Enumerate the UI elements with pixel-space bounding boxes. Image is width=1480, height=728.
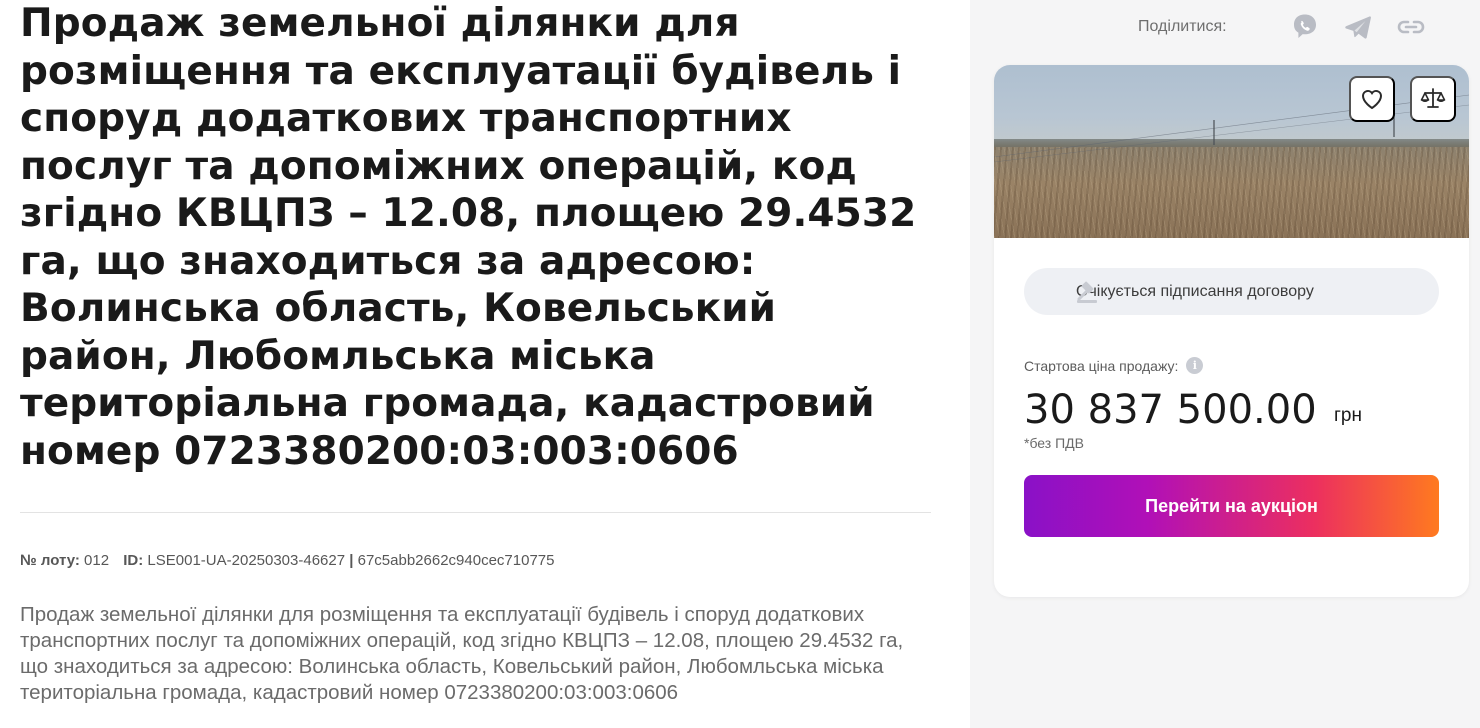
compare-button[interactable] xyxy=(1410,76,1456,122)
status-text: Очікується підписання договору xyxy=(1076,282,1314,300)
id-separator: | xyxy=(349,552,354,569)
lot-id-label: ID: xyxy=(123,552,144,569)
vat-note: *без ПДВ xyxy=(1024,435,1084,451)
start-price: 30 837 500.00 xyxy=(1024,387,1317,433)
divider xyxy=(20,512,931,513)
info-icon[interactable]: i xyxy=(1186,357,1204,374)
lot-identifiers: № лоту: 012 ID: LSE001-UA-20250303-46627… xyxy=(20,552,554,569)
lot-main: Продаж земельної ділянки для розміщення … xyxy=(0,0,970,728)
lot-description: Продаж земельної ділянки для розміщення … xyxy=(20,603,904,704)
gavel-icon xyxy=(1077,281,1097,303)
lot-number: 012 xyxy=(84,552,110,569)
lot-number-label: № лоту: xyxy=(20,552,80,569)
lot-photo[interactable] xyxy=(994,65,1469,238)
price-label: Стартова ціна продажу: i xyxy=(1024,357,1204,374)
sidebar-panel: Поділитися: Очікується підписання догово… xyxy=(970,0,1480,728)
link-icon[interactable] xyxy=(1394,10,1428,44)
lot-id-value: LSE001-UA-20250303-46627 xyxy=(147,552,346,569)
go-to-auction-button[interactable]: Перейти на аукціон xyxy=(1024,475,1439,537)
heart-icon xyxy=(1361,90,1383,110)
lot-title: Продаж земельної ділянки для розміщення … xyxy=(20,1,917,474)
scales-icon xyxy=(1420,88,1446,108)
power-line-graphic xyxy=(994,94,1469,163)
price-label-text: Стартова ціна продажу: xyxy=(1024,357,1179,374)
status-badge: Очікується підписання договору xyxy=(1024,268,1439,315)
lot-hash: 67c5abb2662c940cec710775 xyxy=(357,552,555,569)
price-currency: грн xyxy=(1334,405,1362,426)
favorite-button[interactable] xyxy=(1349,76,1395,122)
telegram-icon[interactable] xyxy=(1341,10,1375,44)
viber-icon[interactable] xyxy=(1288,10,1322,44)
auction-card: Очікується підписання договору Стартова … xyxy=(994,65,1469,597)
share-label: Поділитися: xyxy=(1138,18,1227,35)
